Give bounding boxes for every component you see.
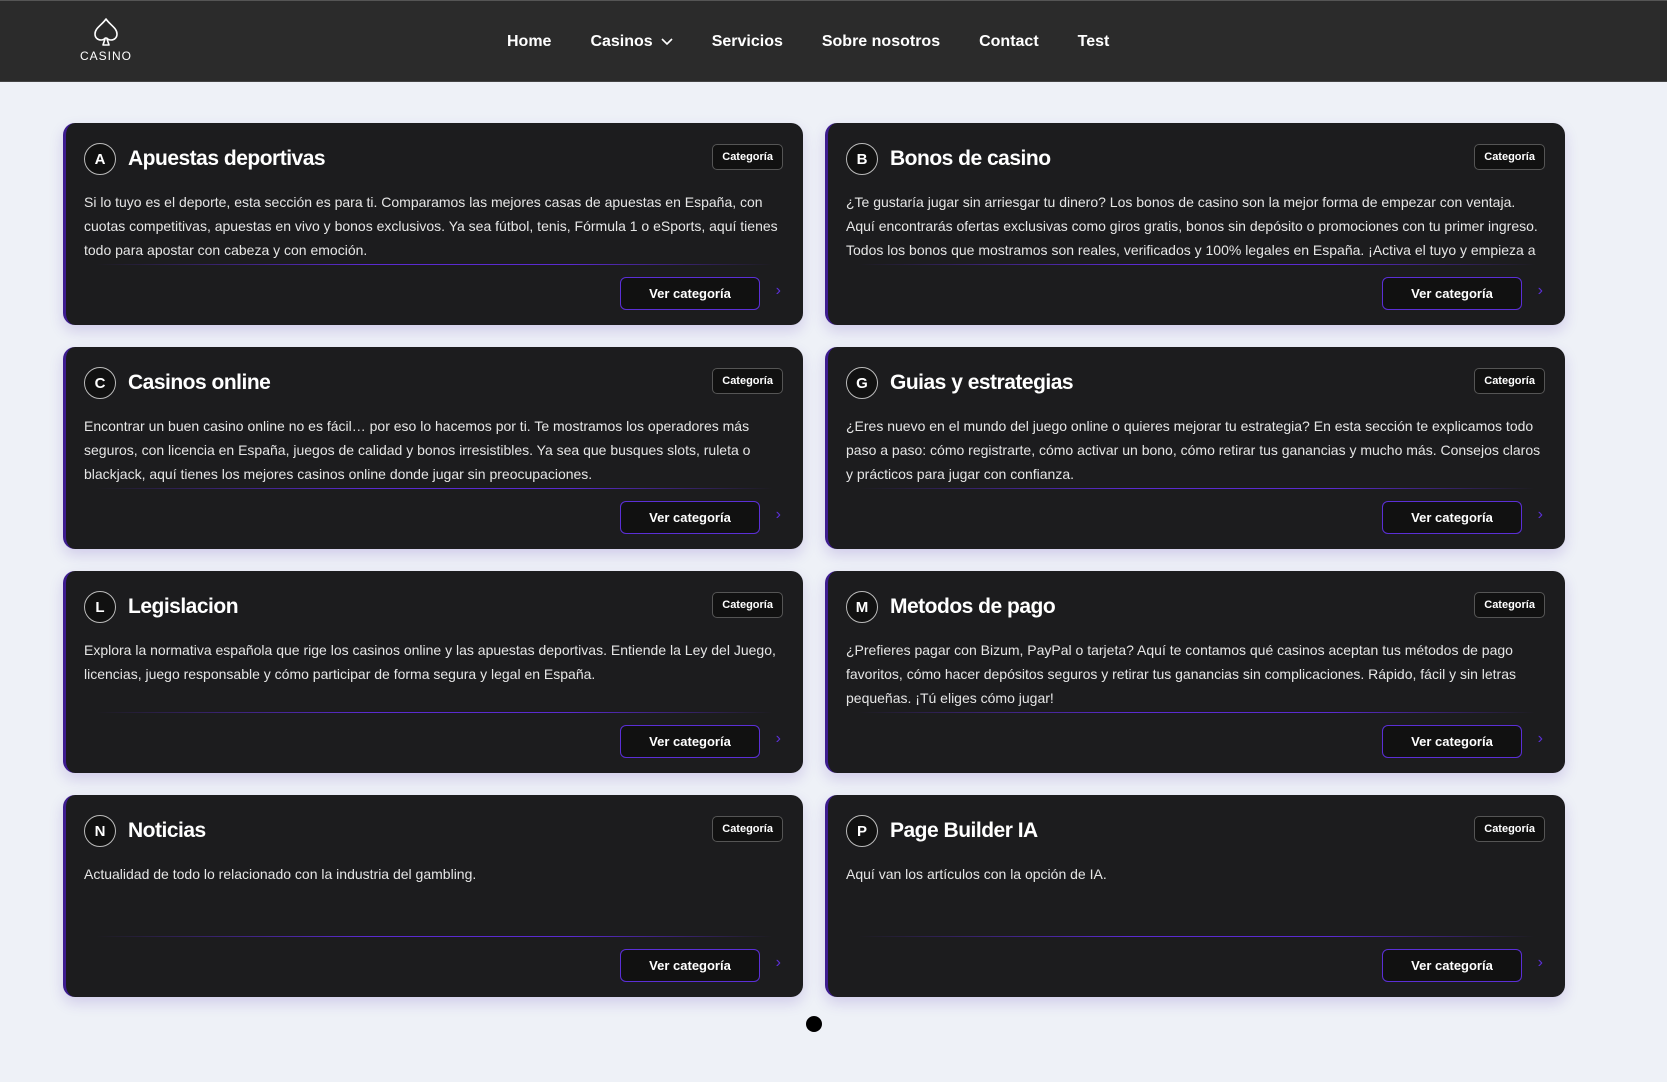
category-badge: Categoría (1474, 144, 1545, 170)
category-card-apuestas: A Apuestas deportivas Categoría Si lo tu… (63, 123, 803, 325)
card-header: B Bonos de casino (846, 143, 1051, 175)
pagination-dot[interactable] (806, 1016, 822, 1032)
card-title[interactable]: Legislacion (128, 595, 239, 619)
card-divider (858, 264, 1535, 265)
card-description: Si lo tuyo es el deporte, esta sección e… (84, 194, 778, 258)
nav-home[interactable]: Home (507, 33, 551, 51)
card-divider (96, 488, 773, 489)
category-card-metodos-pago: M Metodos de pago Categoría ¿Prefieres p… (825, 571, 1565, 773)
card-description: Aquí van los artículos con la opción de … (846, 866, 1107, 882)
card-title[interactable]: Bonos de casino (890, 147, 1051, 171)
category-card-bonos: B Bonos de casino Categoría ¿Te gustaría… (825, 123, 1565, 325)
category-badge: Categoría (712, 816, 783, 842)
card-description: ¿Prefieres pagar con Bizum, PayPal o tar… (846, 642, 1516, 706)
nav-sobre-nosotros[interactable]: Sobre nosotros (822, 33, 940, 51)
category-badge: Categoría (1474, 816, 1545, 842)
card-title[interactable]: Casinos online (128, 371, 271, 395)
ver-categoria-button[interactable]: Ver categoría (620, 277, 760, 310)
nav-contact-label: Contact (979, 33, 1039, 50)
card-divider (858, 936, 1535, 937)
card-letter-badge: N (84, 815, 116, 847)
card-title[interactable]: Guias y estrategias (890, 371, 1074, 395)
nav-servicios-label: Servicios (711, 33, 783, 50)
category-badge: Categoría (712, 368, 783, 394)
category-card-noticias: N Noticias Categoría Actualidad de todo … (63, 795, 803, 997)
spade-icon (94, 18, 118, 46)
chevron-right-icon[interactable]: › (1538, 282, 1543, 300)
category-card-guias: G Guias y estrategias Categoría ¿Eres nu… (825, 347, 1565, 549)
card-letter-badge: G (846, 367, 878, 399)
ver-categoria-button[interactable]: Ver categoría (620, 725, 760, 758)
card-letter-badge: M (846, 591, 878, 623)
nav-test[interactable]: Test (1078, 33, 1110, 51)
category-badge: Categoría (712, 592, 783, 618)
ver-categoria-button[interactable]: Ver categoría (1382, 501, 1522, 534)
card-description: Actualidad de todo lo relacionado con la… (84, 866, 477, 882)
card-letter-badge: P (846, 815, 878, 847)
nav-servicios[interactable]: Servicios (712, 33, 783, 51)
card-letter-badge: L (84, 591, 116, 623)
card-letter-badge: B (846, 143, 878, 175)
category-card-casinos: C Casinos online Categoría Encontrar un … (63, 347, 803, 549)
main-nav: Home Casinos Servicios Sobre nosotros Co… (507, 1, 1148, 83)
card-title[interactable]: Apuestas deportivas (128, 147, 326, 171)
category-badge: Categoría (1474, 592, 1545, 618)
category-grid: A Apuestas deportivas Categoría Si lo tu… (63, 123, 1565, 997)
card-title[interactable]: Page Builder IA (890, 819, 1038, 843)
chevron-right-icon[interactable]: › (776, 954, 781, 972)
card-divider (96, 264, 773, 265)
nav-home-label: Home (507, 33, 552, 50)
ver-categoria-button[interactable]: Ver categoría (1382, 725, 1522, 758)
card-header: N Noticias (84, 815, 206, 847)
navbar: CASINO Home Casinos Servicios Sobre noso… (0, 0, 1667, 82)
card-header: M Metodos de pago (846, 591, 1056, 623)
card-divider (858, 488, 1535, 489)
card-header: A Apuestas deportivas (84, 143, 326, 175)
nav-sobre-nosotros-label: Sobre nosotros (821, 33, 941, 50)
card-header: G Guias y estrategias (846, 367, 1074, 399)
category-badge: Categoría (1474, 368, 1545, 394)
card-title[interactable]: Noticias (128, 819, 206, 843)
card-description: ¿Eres nuevo en el mundo del juego online… (846, 418, 1541, 482)
nav-test-label: Test (1077, 33, 1110, 50)
card-header: P Page Builder IA (846, 815, 1038, 847)
chevron-right-icon[interactable]: › (776, 730, 781, 748)
card-letter-badge: A (84, 143, 116, 175)
chevron-down-icon (661, 38, 673, 46)
card-description: Explora la normativa española que rige l… (84, 642, 776, 682)
card-description: ¿Te gustaría jugar sin arriesgar tu dine… (846, 194, 1538, 258)
ver-categoria-button[interactable]: Ver categoría (620, 949, 760, 982)
card-title[interactable]: Metodos de pago (890, 595, 1056, 619)
category-card-page-builder: P Page Builder IA Categoría Aquí van los… (825, 795, 1565, 997)
card-divider (858, 712, 1535, 713)
card-divider (96, 712, 773, 713)
chevron-right-icon[interactable]: › (776, 282, 781, 300)
ver-categoria-button[interactable]: Ver categoría (1382, 949, 1522, 982)
category-badge: Categoría (712, 144, 783, 170)
nav-casinos[interactable]: Casinos (590, 33, 673, 51)
card-header: C Casinos online (84, 367, 271, 399)
card-description: Encontrar un buen casino online no es fá… (84, 418, 751, 482)
chevron-right-icon[interactable]: › (1538, 730, 1543, 748)
ver-categoria-button[interactable]: Ver categoría (620, 501, 760, 534)
nav-contact[interactable]: Contact (979, 33, 1039, 51)
card-letter-badge: C (84, 367, 116, 399)
logo-text: CASINO (79, 49, 132, 63)
nav-casinos-label: Casinos (590, 33, 653, 50)
category-card-legislacion: L Legislacion Categoría Explora la norma… (63, 571, 803, 773)
ver-categoria-button[interactable]: Ver categoría (1382, 277, 1522, 310)
card-divider (96, 936, 773, 937)
chevron-right-icon[interactable]: › (1538, 954, 1543, 972)
chevron-right-icon[interactable]: › (1538, 506, 1543, 524)
site-logo[interactable]: CASINO (78, 17, 134, 63)
card-header: L Legislacion (84, 591, 239, 623)
chevron-right-icon[interactable]: › (776, 506, 781, 524)
